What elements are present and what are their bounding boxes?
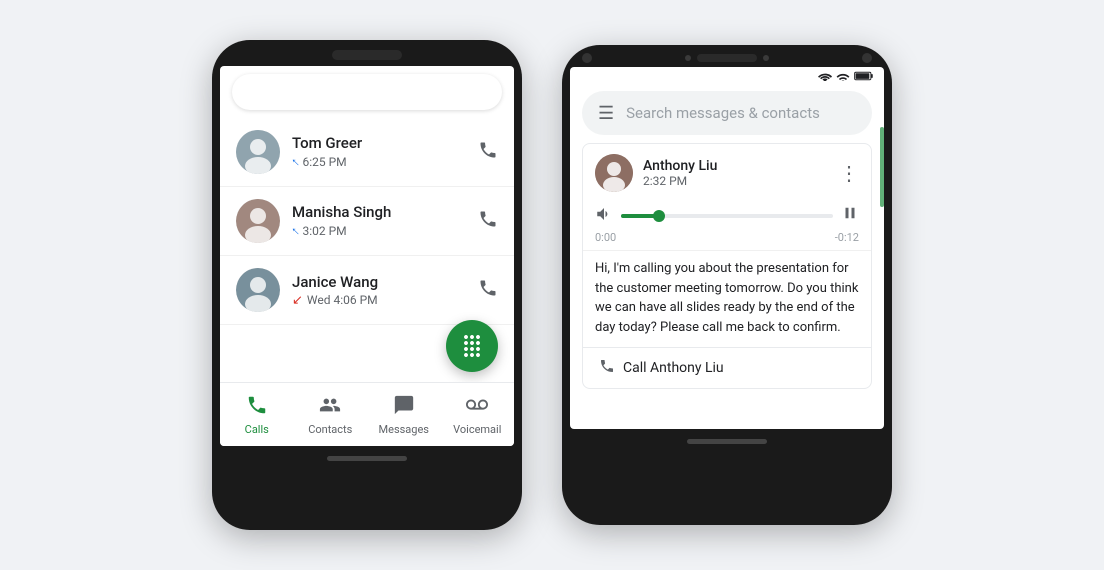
outgoing-arrow-tom: ↑ [287,154,303,170]
wifi-icon [818,71,832,81]
avatar-tom-img [236,130,280,174]
signal-icon [836,71,850,81]
call-time-manisha: ↑ 3:02 PM [292,223,466,239]
calls-nav-icon [246,394,268,421]
call-info-tom: Tom Greer ↑ 6:25 PM [292,134,466,170]
avatar-tom [236,130,280,174]
avatar-janice-img [236,268,280,312]
messages-nav-icon [393,394,415,421]
avatar-manisha-img [236,199,280,243]
vm-avatar-img [595,154,633,192]
left-phone-top [212,40,522,66]
voicemail-card: Anthony Liu 2:32 PM ⋮ [582,143,872,389]
avatar-manisha [236,199,280,243]
call-time-tom: ↑ 6:25 PM [292,154,466,170]
right-status-bar [570,67,884,83]
top-sensors [685,54,769,62]
call-phone-icon-manisha[interactable] [478,209,498,234]
voicemail-nav-icon [466,394,488,421]
pause-button[interactable] [841,204,859,227]
vm-avatar [595,154,633,192]
battery-icon [854,71,874,81]
right-phone-top [562,45,892,67]
progress-dot [653,210,665,222]
call-phone-icon-janice[interactable] [478,278,498,303]
right-search-bar[interactable]: ☰ Search messages & contacts [582,91,872,135]
missed-arrow-janice: ↙ [292,293,303,308]
right-phone-screen: ☰ Search messages & contacts Antho [570,67,884,429]
search-placeholder: Search messages & contacts [626,104,820,122]
camera-front [582,53,592,63]
more-options-button[interactable]: ⋮ [839,161,859,185]
speaker-right-phone [697,54,757,62]
progress-bar-fill [621,214,659,218]
nav-contacts[interactable]: Contacts [294,383,368,446]
left-phone-screen: Tom Greer ↑ 6:25 PM [220,66,514,446]
call-name-janice: Janice Wang [292,273,466,291]
callback-button[interactable]: Call Anthony Liu [583,347,871,388]
right-phone: ☰ Search messages & contacts Antho [562,45,892,525]
voicemail-header: Anthony Liu 2:32 PM ⋮ [583,144,871,198]
audio-current-time: 0:00 [595,231,616,244]
call-phone-icon-tom[interactable] [478,140,498,165]
dialpad-fab[interactable] [446,320,498,372]
vm-contact-time: 2:32 PM [643,174,829,188]
nav-calls[interactable]: Calls [220,383,294,446]
callback-phone-icon [599,358,615,378]
phones-container: Tom Greer ↑ 6:25 PM [212,40,892,530]
scrollbar [880,127,884,207]
call-name-manisha: Manisha Singh [292,203,466,221]
volume-icon[interactable] [595,205,613,227]
audio-time-row: 0:00 -0:12 [583,231,871,250]
sensor-right [763,55,769,61]
left-phone: Tom Greer ↑ 6:25 PM [212,40,522,530]
bottom-nav: Calls Contacts Messages [220,382,514,446]
left-search-bar[interactable] [232,74,502,110]
audio-progress-bar[interactable] [621,214,833,218]
call-item-manisha[interactable]: Manisha Singh ↑ 3:02 PM [220,187,514,256]
nav-voicemail[interactable]: Voicemail [441,383,515,446]
audio-player [583,198,871,231]
calls-nav-label: Calls [245,423,269,436]
call-info-janice: Janice Wang ↙ Wed 4:06 PM [292,273,466,308]
hamburger-icon[interactable]: ☰ [598,103,614,124]
avatar-janice [236,268,280,312]
vm-contact-name: Anthony Liu [643,158,829,174]
audio-total-time: -0:12 [835,231,859,244]
home-bar-right [687,439,767,444]
nav-messages[interactable]: Messages [367,383,441,446]
dialpad-icon [460,334,484,358]
sensor-left [685,55,691,61]
call-item-janice[interactable]: Janice Wang ↙ Wed 4:06 PM [220,256,514,325]
call-item-tom[interactable]: Tom Greer ↑ 6:25 PM [220,118,514,187]
right-phone-bottom [562,429,892,458]
contacts-nav-icon [319,394,341,421]
messages-nav-label: Messages [379,423,429,436]
outgoing-arrow-manisha: ↑ [287,223,303,239]
contacts-nav-label: Contacts [308,423,352,436]
call-name-tom: Tom Greer [292,134,466,152]
transcript-text: Hi, I'm calling you about the presentati… [583,250,871,347]
call-info-manisha: Manisha Singh ↑ 3:02 PM [292,203,466,239]
vm-name-time: Anthony Liu 2:32 PM [643,158,829,188]
speaker-grill [332,50,402,60]
voicemail-nav-label: Voicemail [453,423,501,436]
call-time-janice: ↙ Wed 4:06 PM [292,293,466,308]
home-bar-left [327,456,407,461]
left-phone-bottom [212,446,522,475]
calls-list: Tom Greer ↑ 6:25 PM [220,118,514,325]
search-bar-container: ☰ Search messages & contacts [570,83,884,143]
camera-right [862,53,872,63]
callback-label: Call Anthony Liu [623,360,724,376]
